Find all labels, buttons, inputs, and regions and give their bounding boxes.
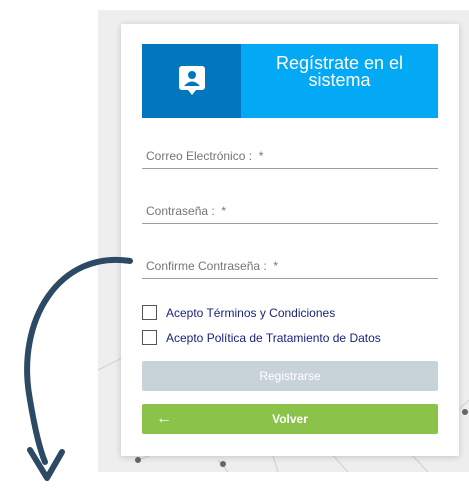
curved-arrow-decoration xyxy=(24,256,133,481)
